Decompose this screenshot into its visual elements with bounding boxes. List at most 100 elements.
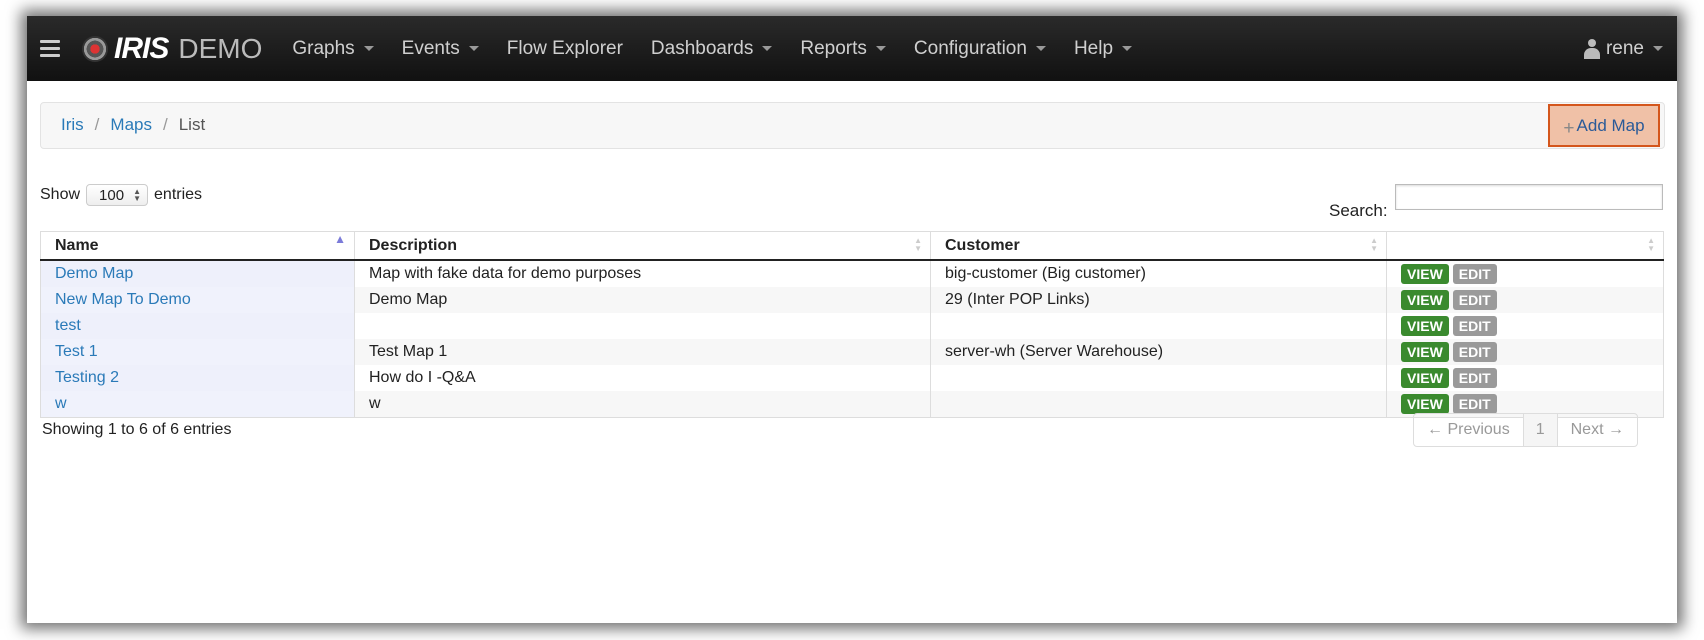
- cell-name: w: [40, 391, 355, 418]
- edit-button[interactable]: EDIT: [1452, 290, 1497, 310]
- map-link[interactable]: w: [55, 395, 67, 412]
- map-link[interactable]: New Map To Demo: [55, 291, 191, 308]
- brand-logo[interactable]: IRIS DEMO: [82, 32, 262, 66]
- caret-down-icon: [1035, 46, 1046, 51]
- nav-help[interactable]: Help: [1074, 38, 1133, 60]
- map-link[interactable]: test: [55, 317, 81, 334]
- cell-customer: 29 (Inter POP Links): [930, 287, 1387, 313]
- map-link[interactable]: Test 1: [55, 343, 98, 360]
- edit-button[interactable]: EDIT: [1452, 368, 1497, 388]
- view-button[interactable]: VIEW: [1401, 368, 1449, 388]
- breadcrumb: Iris / Maps / List: [61, 115, 205, 135]
- column-header-actions[interactable]: ▲ ▼: [1386, 231, 1664, 261]
- search-label: Search:: [1329, 201, 1388, 220]
- user-icon: [1583, 38, 1600, 59]
- entries-label: entries: [154, 186, 203, 203]
- nav-dashboards[interactable]: Dashboards: [650, 37, 773, 60]
- edit-button[interactable]: EDIT: [1452, 264, 1497, 284]
- breadcrumb-iris[interactable]: Iris: [61, 115, 84, 135]
- breadcrumb-separator: /: [162, 115, 168, 134]
- breadcrumb-separator: /: [94, 115, 100, 134]
- nav-label: Flow Explorer: [506, 37, 623, 59]
- breadcrumb-bar: Iris / Maps / List + Add Map: [40, 102, 1665, 149]
- cell-description: Demo Map: [354, 287, 931, 313]
- logo-icon: [82, 35, 108, 62]
- view-button[interactable]: VIEW: [1401, 342, 1449, 362]
- table-info: Showing 1 to 6 of 6 entries: [42, 421, 232, 438]
- view-button[interactable]: VIEW: [1401, 264, 1449, 284]
- table-row: test VIEW EDIT: [40, 313, 1664, 339]
- nav-graphs[interactable]: Graphs: [292, 37, 374, 60]
- cell-customer: [930, 313, 1387, 339]
- cell-description: [354, 313, 931, 339]
- edit-button[interactable]: EDIT: [1452, 342, 1497, 362]
- page-length-control: Show 100 ▲ ▼ entries: [40, 184, 202, 206]
- next-button[interactable]: Next →: [1558, 414, 1637, 446]
- table-row: Testing 2 How do I -Q&A VIEW EDIT: [40, 365, 1664, 391]
- column-header-description[interactable]: Description ▲ ▼: [354, 231, 931, 261]
- nav-flow-explorer[interactable]: Flow Explorer: [507, 38, 623, 60]
- logo-text: IRIS: [114, 31, 169, 65]
- edit-button[interactable]: EDIT: [1452, 316, 1497, 336]
- edit-button[interactable]: EDIT: [1452, 394, 1497, 414]
- cell-actions: VIEW EDIT: [1386, 365, 1664, 391]
- add-map-button[interactable]: + Add Map: [1548, 104, 1660, 147]
- header-label: Name: [55, 236, 99, 254]
- top-navbar: IRIS DEMO Graphs Events Flow Explorer Da…: [27, 16, 1677, 81]
- add-map-label: Add Map: [1576, 115, 1645, 135]
- caret-down-icon: [363, 46, 374, 51]
- user-name: rene: [1605, 37, 1644, 59]
- nav-label: Events: [401, 37, 460, 59]
- page-size-select[interactable]: 100 ▲ ▼: [86, 184, 149, 206]
- column-header-name[interactable]: Name ▲: [40, 231, 355, 261]
- cell-description: Test Map 1: [354, 339, 931, 365]
- view-button[interactable]: VIEW: [1401, 290, 1449, 310]
- page-size-value: 100: [99, 186, 125, 204]
- plus-icon: +: [1563, 117, 1575, 139]
- table-row: Test 1 Test Map 1 server-wh (Server Ware…: [40, 339, 1664, 365]
- cell-description: How do I -Q&A: [354, 365, 931, 391]
- table-row: New Map To Demo Demo Map 29 (Inter POP L…: [40, 287, 1664, 313]
- caret-down-icon: [762, 46, 773, 51]
- nav-reports[interactable]: Reports: [800, 38, 886, 60]
- updown-arrows-icon: ▲ ▼: [133, 187, 142, 203]
- pagination: ← Previous 1 Next →: [1413, 413, 1638, 447]
- menu-icon[interactable]: [40, 36, 60, 61]
- cell-customer: [930, 365, 1387, 391]
- cell-description: Map with fake data for demo purposes: [354, 260, 931, 287]
- cell-customer: server-wh (Server Warehouse): [930, 339, 1387, 365]
- sort-icon: ▲ ▼: [1647, 236, 1655, 253]
- table-body: Demo Map Map with fake data for demo pur…: [40, 260, 1664, 418]
- breadcrumb-current: List: [178, 115, 206, 134]
- caret-down-icon: [1653, 46, 1663, 51]
- page-number-button[interactable]: 1: [1523, 414, 1558, 446]
- nav-label: Graphs: [292, 37, 355, 59]
- show-label: Show: [40, 186, 81, 203]
- breadcrumb-maps[interactable]: Maps: [110, 115, 152, 135]
- caret-down-icon: [1122, 46, 1133, 51]
- nav-label: Configuration: [913, 37, 1027, 59]
- nav-events[interactable]: Events: [402, 38, 479, 60]
- app-window: IRIS DEMO Graphs Events Flow Explorer Da…: [27, 16, 1677, 623]
- nav-configuration[interactable]: Configuration: [914, 38, 1046, 60]
- view-button[interactable]: VIEW: [1401, 394, 1449, 414]
- caret-down-icon: [468, 46, 479, 51]
- cell-name: New Map To Demo: [40, 287, 355, 313]
- brand-suffix: DEMO: [178, 32, 263, 64]
- user-menu[interactable]: rene: [1583, 37, 1663, 60]
- map-link[interactable]: Demo Map: [55, 265, 133, 282]
- caret-down-icon: [875, 46, 886, 51]
- previous-button[interactable]: ← Previous: [1414, 414, 1524, 446]
- cell-actions: VIEW EDIT: [1386, 339, 1664, 365]
- nav-label: Dashboards: [650, 37, 754, 59]
- cell-customer: big-customer (Big customer): [930, 260, 1387, 287]
- search-input[interactable]: [1395, 184, 1663, 210]
- cell-description: w: [354, 391, 931, 418]
- cell-name: Demo Map: [40, 260, 355, 287]
- sort-icon: ▲ ▼: [914, 236, 922, 253]
- view-button[interactable]: VIEW: [1401, 316, 1449, 336]
- cell-name: Test 1: [40, 339, 355, 365]
- map-link[interactable]: Testing 2: [55, 369, 119, 386]
- column-header-customer[interactable]: Customer ▲ ▼: [930, 231, 1387, 261]
- cell-actions: VIEW EDIT: [1386, 313, 1664, 339]
